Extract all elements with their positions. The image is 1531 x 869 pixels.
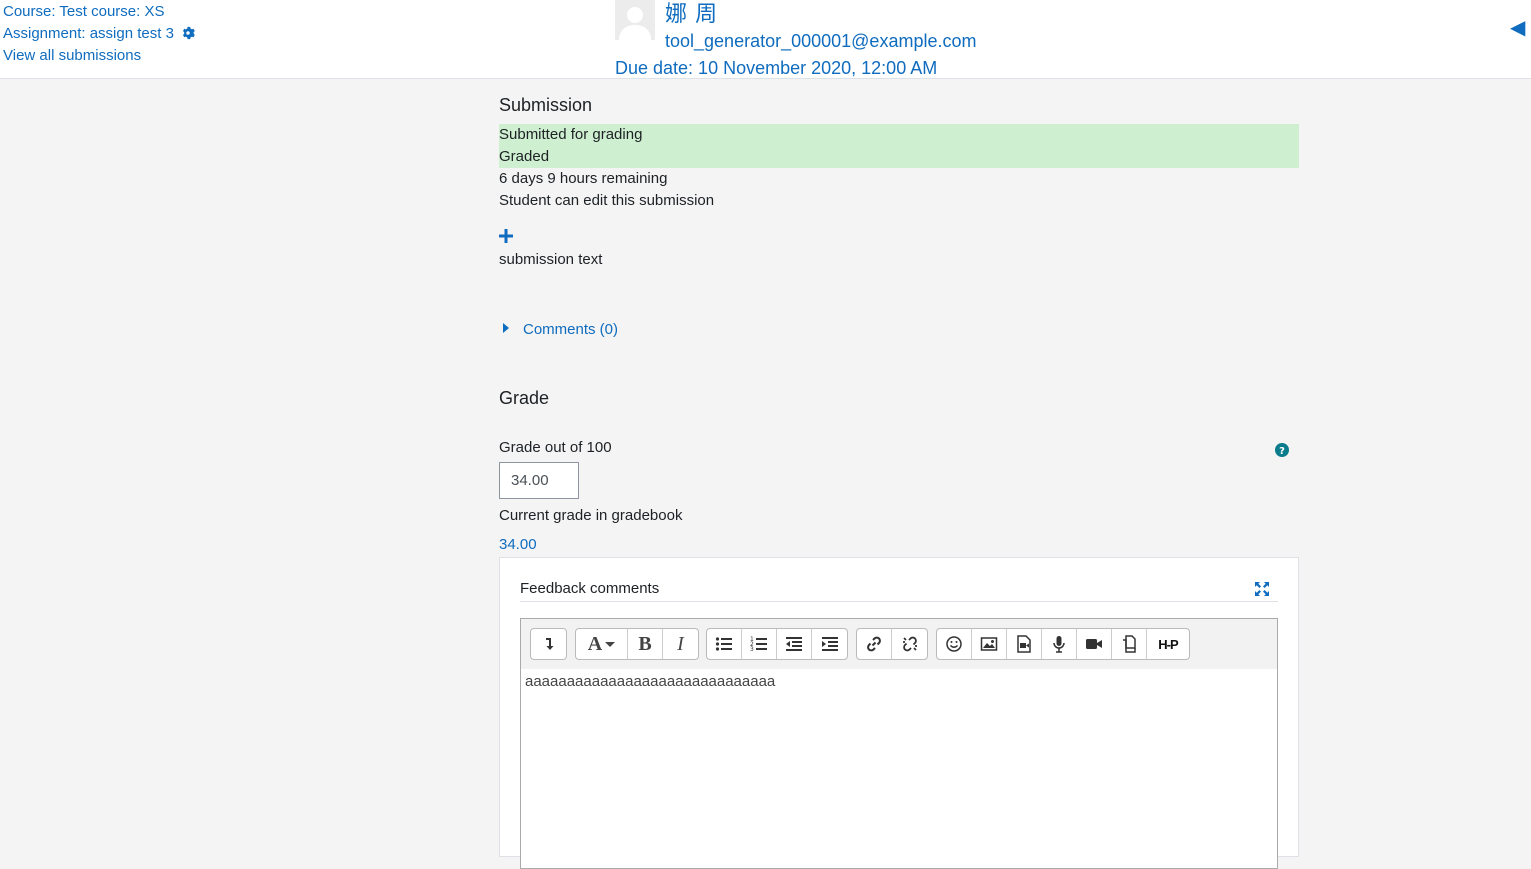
feedback-editor[interactable]: aaaaaaaaaaaaaaaaaaaaaaaaaaaaaa [520, 669, 1278, 869]
media-file-icon[interactable] [1007, 629, 1042, 659]
collapse-panel-icon[interactable]: ◀ [1510, 15, 1525, 40]
gear-icon[interactable] [181, 25, 195, 40]
show-more-buttons-icon[interactable] [531, 629, 566, 659]
microphone-icon[interactable] [1042, 629, 1077, 659]
bold-icon: B [638, 632, 652, 655]
svg-text:3: 3 [750, 646, 754, 653]
current-grade-link[interactable]: 34.00 [499, 536, 537, 553]
avatar[interactable] [615, 0, 655, 40]
user-name-link[interactable]: 娜 周 [665, 0, 718, 28]
view-all-submissions-link[interactable]: View all submissions [3, 47, 141, 64]
toolbar-group: 123 [706, 628, 848, 660]
toolbar-group [856, 628, 928, 660]
current-grade-label: Current grade in gradebook [499, 507, 683, 524]
emoticon-icon[interactable] [937, 629, 972, 659]
submission-status-list: Submitted for grading Graded 6 days 9 ho… [499, 124, 1299, 212]
grade-heading: Grade [499, 388, 550, 408]
status-row: Graded [499, 146, 1299, 168]
status-row: Submitted for grading [499, 124, 1299, 146]
font-icon: A [587, 632, 603, 655]
toolbar-group: A B I [575, 628, 699, 660]
outdent-icon[interactable] [777, 629, 812, 659]
editor-toolbar: A B I 123 H-P [520, 618, 1278, 670]
link-icon[interactable] [857, 629, 892, 659]
h5p-button[interactable]: H-P [1147, 629, 1189, 659]
unordered-list-icon[interactable] [707, 629, 742, 659]
submission-heading: Submission [499, 95, 593, 115]
ordered-list-icon[interactable]: 123 [742, 629, 777, 659]
toolbar-group [530, 628, 567, 660]
italic-icon: I [677, 632, 684, 655]
plus-icon[interactable] [499, 229, 513, 243]
help-icon[interactable]: ? [1275, 443, 1289, 457]
grade-label: Grade out of 100 [499, 439, 612, 456]
comments-link[interactable]: Comments (0) [523, 321, 618, 338]
feedback-comments-label: Feedback comments [520, 580, 1278, 602]
image-icon[interactable] [972, 629, 1007, 659]
comments-toggle[interactable]: Comments (0) [503, 321, 618, 338]
course-info: Course: Test course: XS Assignment: assi… [3, 1, 195, 67]
font-style-button[interactable]: A [576, 629, 628, 659]
caret-right-icon [503, 323, 509, 333]
user-email-link[interactable]: tool_generator_000001@example.com [665, 31, 976, 52]
assignment-link[interactable]: Assignment: assign test 3 [3, 25, 174, 42]
grade-input[interactable] [499, 462, 579, 499]
bold-button[interactable]: B [628, 629, 663, 659]
manage-files-icon[interactable] [1112, 629, 1147, 659]
due-date: Due date: 10 November 2020, 12:00 AM [615, 58, 938, 78]
svg-text:?: ? [1279, 446, 1285, 457]
toolbar-group: H-P [936, 628, 1190, 660]
submission-text: submission text [499, 251, 603, 268]
feedback-comments-panel: Feedback comments A B I 1 2 3 H-P aaaaaa… [499, 557, 1299, 869]
status-row: 6 days 9 hours remaining [499, 170, 668, 187]
course-link[interactable]: Course: Test course: XS [3, 3, 164, 20]
expand-icon[interactable] [1254, 581, 1270, 597]
unlink-icon[interactable] [892, 629, 927, 659]
status-row: Student can edit this submission [499, 192, 715, 209]
video-camera-icon[interactable] [1077, 629, 1112, 659]
page-header: Course: Test course: XS Assignment: assi… [0, 0, 1531, 79]
h5p-icon: H-P [1158, 636, 1178, 652]
italic-button[interactable]: I [663, 629, 698, 659]
indent-icon[interactable] [812, 629, 847, 659]
